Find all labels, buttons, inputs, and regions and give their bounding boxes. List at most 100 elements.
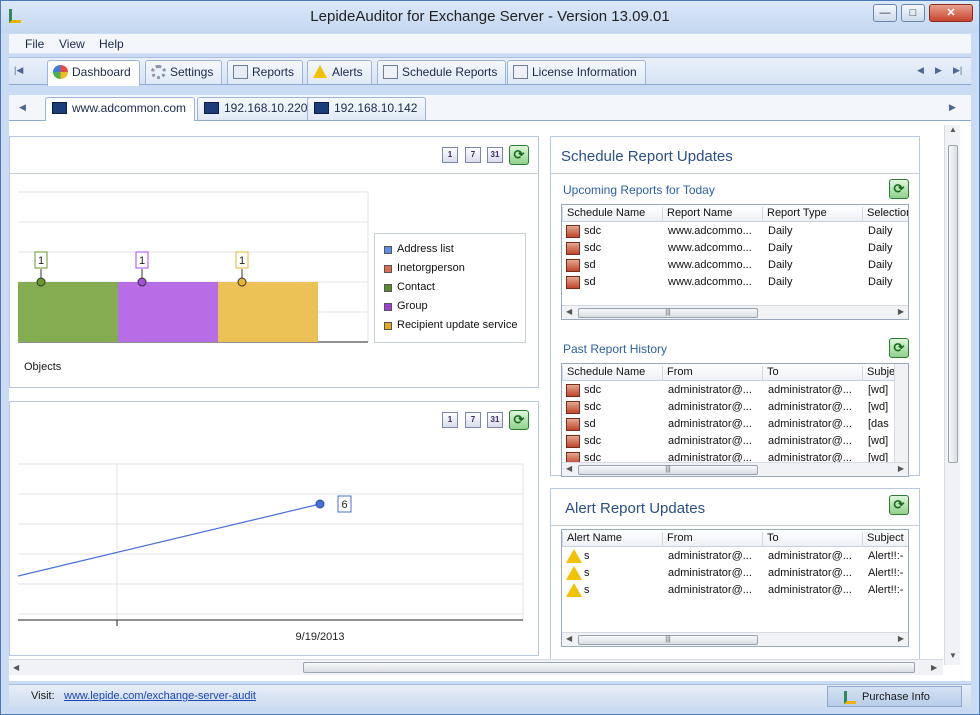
column-header[interactable]: To (762, 532, 862, 547)
menu-view[interactable]: View (59, 37, 85, 51)
column-header[interactable]: Subject (862, 532, 908, 547)
tab-server-adcommon[interactable]: www.adcommon.com (45, 97, 196, 121)
table-cell: Alert!!:- (868, 584, 904, 596)
day-filter-button[interactable]: 1 (442, 147, 458, 163)
tab-license-information[interactable]: License Information (507, 60, 646, 84)
trend-chart-panel: 1 7 31 ⟳ 6 9/19/2013 (9, 401, 539, 656)
purchase-info-button[interactable]: Purchase Info (827, 686, 962, 707)
grid-horizontal-scrollbar[interactable]: ◀ ||| ▶ (562, 632, 908, 646)
grid-vertical-scrollbar[interactable] (894, 364, 908, 462)
tab-reports[interactable]: Reports (227, 60, 304, 84)
maximize-button[interactable]: □ (901, 4, 925, 22)
tab-alerts[interactable]: Alerts (307, 60, 372, 84)
tab-server-192-168-10-220[interactable]: 192.168.10.220 (197, 97, 317, 120)
refresh-button[interactable]: ⟳ (509, 145, 529, 165)
refresh-alerts-button[interactable]: ⟳ (889, 495, 909, 515)
column-header[interactable]: Report Type (762, 207, 862, 222)
table-row[interactable]: s administrator@... administrator@... Alert… (562, 565, 908, 582)
scroll-left-icon[interactable]: ◀ (566, 464, 572, 473)
column-header[interactable]: Report Name (662, 207, 762, 222)
scroll-right-icon[interactable]: ▶ (898, 464, 904, 473)
horizontal-scroll-thumb[interactable] (303, 662, 915, 673)
table-row[interactable]: sdc www.adcommo... Daily Daily (562, 240, 908, 257)
table-row[interactable]: sdc administrator@... administrator@... [wd… (562, 399, 908, 416)
horizontal-scrollbar[interactable]: ◀ ▶ (9, 659, 943, 675)
server-tab-prev-icon[interactable]: ◀ (19, 102, 26, 113)
column-header[interactable]: Selection (862, 207, 908, 222)
refresh-upcoming-button[interactable]: ⟳ (889, 179, 909, 199)
tab-settings[interactable]: Settings (145, 60, 223, 84)
refresh-past-button[interactable]: ⟳ (889, 338, 909, 358)
vertical-scrollbar[interactable]: ▲ ▼ (944, 125, 960, 665)
menu-help[interactable]: Help (99, 37, 124, 51)
table-cell: sdc (584, 242, 602, 254)
close-button[interactable]: ✕ (929, 4, 973, 22)
scroll-left-icon[interactable]: ◀ (13, 663, 19, 672)
status-bar: Visit: www.lepide.com/exchange-server-au… (9, 684, 971, 708)
column-header[interactable]: Alert Name (562, 532, 662, 547)
table-cell: administrator@... (768, 435, 852, 447)
tab-alerts-label: Alerts (332, 65, 363, 79)
tab-prev-arrow-icon[interactable]: ◀ (917, 65, 924, 76)
tab-next-arrow-icon[interactable]: ▶ (935, 65, 942, 76)
table-cell: administrator@... (668, 384, 752, 396)
grid-header: Schedule Name Report Name Report Type Selec… (562, 205, 908, 222)
scroll-up-icon[interactable]: ▲ (949, 125, 957, 134)
scroll-down-icon[interactable]: ▼ (949, 651, 957, 660)
scroll-left-icon[interactable]: ◀ (566, 307, 572, 316)
vertical-scroll-thumb[interactable] (948, 145, 958, 463)
refresh-button[interactable]: ⟳ (509, 410, 529, 430)
tab-first-arrow-icon[interactable]: |◀ (14, 65, 23, 76)
table-row[interactable]: sdc administrator@... administrator@... [wd… (562, 382, 908, 399)
grid-horizontal-scrollbar[interactable]: ◀ ||| ▶ (562, 305, 908, 319)
scroll-right-icon[interactable]: ▶ (898, 634, 904, 643)
grid-scroll-thumb[interactable]: ||| (578, 465, 758, 475)
trend-line-chart: 6 9/19/2013 (18, 463, 524, 643)
panel-divider (551, 525, 919, 526)
tab-dashboard[interactable]: Dashboard (47, 60, 140, 86)
table-row[interactable]: sdc www.adcommo... Daily Daily (562, 223, 908, 240)
week-filter-button[interactable]: 7 (465, 147, 481, 163)
server-tab-next-icon[interactable]: ▶ (949, 102, 956, 113)
bar-group: 1 (18, 251, 118, 342)
column-header[interactable]: Schedule Name (562, 366, 662, 381)
data-point (315, 499, 325, 509)
report-icon (566, 384, 580, 397)
table-cell: s (584, 550, 590, 562)
menu-file[interactable]: File (25, 37, 44, 51)
table-cell: sd (584, 418, 596, 430)
week-filter-button[interactable]: 7 (465, 412, 481, 428)
tab-server-adcommon-label: www.adcommon.com (72, 101, 187, 115)
website-link[interactable]: www.lepide.com/exchange-server-audit (64, 690, 256, 702)
legend-swatch (384, 284, 392, 292)
scroll-left-icon[interactable]: ◀ (566, 634, 572, 643)
table-row[interactable]: sdc administrator@... administrator@... [wd… (562, 433, 908, 450)
column-header[interactable]: From (662, 532, 762, 547)
tab-server-192-168-10-142[interactable]: 192.168.10.142 (307, 97, 427, 120)
column-header[interactable]: To (762, 366, 862, 381)
scroll-right-icon[interactable]: ▶ (898, 307, 904, 316)
tab-last-arrow-icon[interactable]: ▶| (953, 65, 962, 76)
month-filter-button[interactable]: 31 (487, 412, 503, 428)
table-cell: Daily (768, 276, 793, 288)
month-filter-button[interactable]: 31 (487, 147, 503, 163)
grid-horizontal-scrollbar[interactable]: ◀ ||| ▶ (562, 462, 908, 476)
day-filter-button[interactable]: 1 (442, 412, 458, 428)
column-header[interactable]: From (662, 366, 762, 381)
bar-highlight (118, 282, 218, 342)
tab-schedule-reports[interactable]: Schedule Reports (377, 60, 507, 84)
grid-scroll-thumb[interactable]: ||| (578, 635, 758, 645)
table-row[interactable]: s administrator@... administrator@... Alert… (562, 548, 908, 565)
table-row[interactable]: sd www.adcommo... Daily Daily (562, 257, 908, 274)
computer-icon (52, 102, 67, 114)
scroll-right-icon[interactable]: ▶ (931, 663, 937, 672)
minimize-button[interactable]: — (873, 4, 897, 22)
table-row[interactable]: s administrator@... administrator@... Alert… (562, 582, 908, 599)
grid-scroll-thumb[interactable]: ||| (578, 308, 758, 318)
column-header[interactable]: Schedule Name (562, 207, 662, 222)
table-row[interactable]: sd www.adcommo... Daily Daily (562, 274, 908, 291)
table-cell: administrator@... (768, 584, 852, 596)
table-row[interactable]: sd administrator@... administrator@... [das (562, 416, 908, 433)
objects-bar-chart: 1 1 1 (18, 191, 369, 343)
table-cell: Alert!!:- (868, 567, 904, 579)
